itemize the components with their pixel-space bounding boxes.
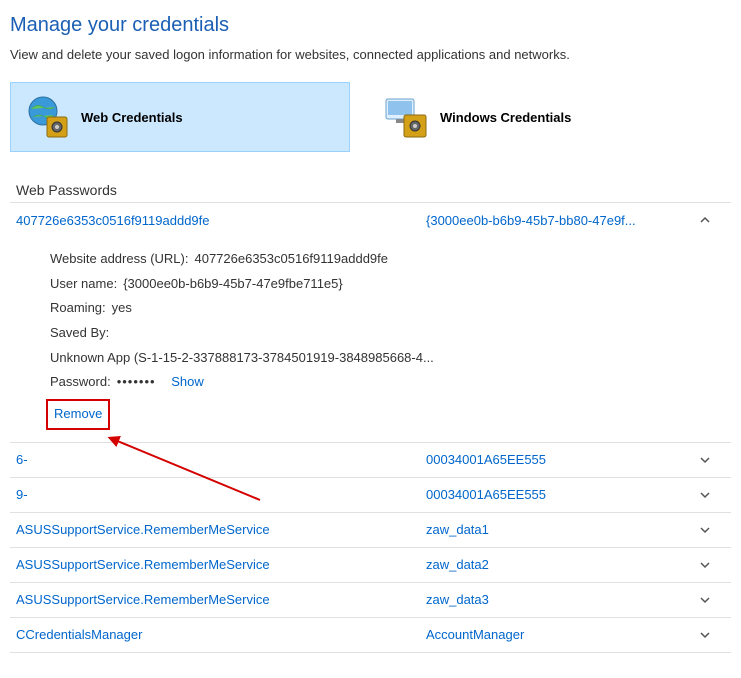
credential-site: ASUSSupportService.RememberMeService xyxy=(16,522,416,537)
credential-ident: {3000ee0b-b6b9-45b7-bb80-47e9f... xyxy=(426,213,686,228)
credential-row[interactable]: ASUSSupportService.RememberMeService zaw… xyxy=(10,583,731,618)
tab-web-label: Web Credentials xyxy=(81,110,183,125)
credential-site: ASUSSupportService.RememberMeService xyxy=(16,592,416,607)
tab-web-credentials[interactable]: Web Credentials xyxy=(10,82,350,152)
chevron-down-icon[interactable] xyxy=(696,521,714,539)
detail-roaming-value: yes xyxy=(112,296,132,321)
detail-password-label: Password: xyxy=(50,370,111,395)
detail-url-value: 407726e6353c0516f9119addd9fe xyxy=(194,247,388,272)
globe-safe-icon xyxy=(23,93,71,141)
page-subtitle: View and delete your saved logon informa… xyxy=(10,47,731,62)
chevron-down-icon[interactable] xyxy=(696,451,714,469)
detail-username-label: User name: xyxy=(50,272,117,297)
detail-username-value: {3000ee0b-b6b9-45b7-47e9fbe711e5} xyxy=(123,272,343,297)
detail-roaming-label: Roaming: xyxy=(50,296,106,321)
monitor-safe-icon xyxy=(382,93,430,141)
credential-site: 6- xyxy=(16,452,416,467)
credential-row[interactable]: CCredentialsManager AccountManager xyxy=(10,618,731,653)
credential-site: 407726e6353c0516f9119addd9fe xyxy=(16,213,416,228)
credential-row-expanded[interactable]: 407726e6353c0516f9119addd9fe {3000ee0b-b… xyxy=(10,203,731,237)
credential-site: 9- xyxy=(16,487,416,502)
detail-password-mask: ••••••• xyxy=(117,370,156,395)
credential-type-tabs: Web Credentials Windows Credentials xyxy=(10,82,731,152)
credentials-list: 407726e6353c0516f9119addd9fe {3000ee0b-b… xyxy=(10,202,731,653)
credential-row[interactable]: 6- 00034001A65EE555 xyxy=(10,443,731,478)
credential-ident: zaw_data1 xyxy=(426,522,686,537)
credential-site: ASUSSupportService.RememberMeService xyxy=(16,557,416,572)
page-title: Manage your credentials xyxy=(10,14,731,37)
chevron-down-icon[interactable] xyxy=(696,591,714,609)
section-web-passwords: Web Passwords xyxy=(16,182,731,198)
credential-row[interactable]: ASUSSupportService.RememberMeService zaw… xyxy=(10,548,731,583)
credential-site: CCredentialsManager xyxy=(16,627,416,642)
show-password-link[interactable]: Show xyxy=(171,370,204,395)
chevron-down-icon[interactable] xyxy=(696,626,714,644)
chevron-down-icon[interactable] xyxy=(696,556,714,574)
tab-windows-credentials[interactable]: Windows Credentials xyxy=(370,82,710,152)
credential-ident: AccountManager xyxy=(426,627,686,642)
tab-windows-label: Windows Credentials xyxy=(440,110,571,125)
chevron-up-icon[interactable] xyxy=(696,211,714,229)
credential-row[interactable]: ASUSSupportService.RememberMeService zaw… xyxy=(10,513,731,548)
credential-ident: zaw_data3 xyxy=(426,592,686,607)
credential-row[interactable]: 9- 00034001A65EE555 xyxy=(10,478,731,513)
chevron-down-icon[interactable] xyxy=(696,486,714,504)
credential-details: Website address (URL): 407726e6353c0516f… xyxy=(10,237,731,443)
credential-ident: zaw_data2 xyxy=(426,557,686,572)
credential-ident: 00034001A65EE555 xyxy=(426,487,686,502)
remove-link[interactable]: Remove xyxy=(46,399,110,430)
detail-savedby-label: Saved By: xyxy=(50,321,725,346)
detail-savedby-value: Unknown App (S-1-15-2-337888173-37845019… xyxy=(50,346,725,371)
credential-ident: 00034001A65EE555 xyxy=(426,452,686,467)
detail-url-label: Website address (URL): xyxy=(50,247,188,272)
